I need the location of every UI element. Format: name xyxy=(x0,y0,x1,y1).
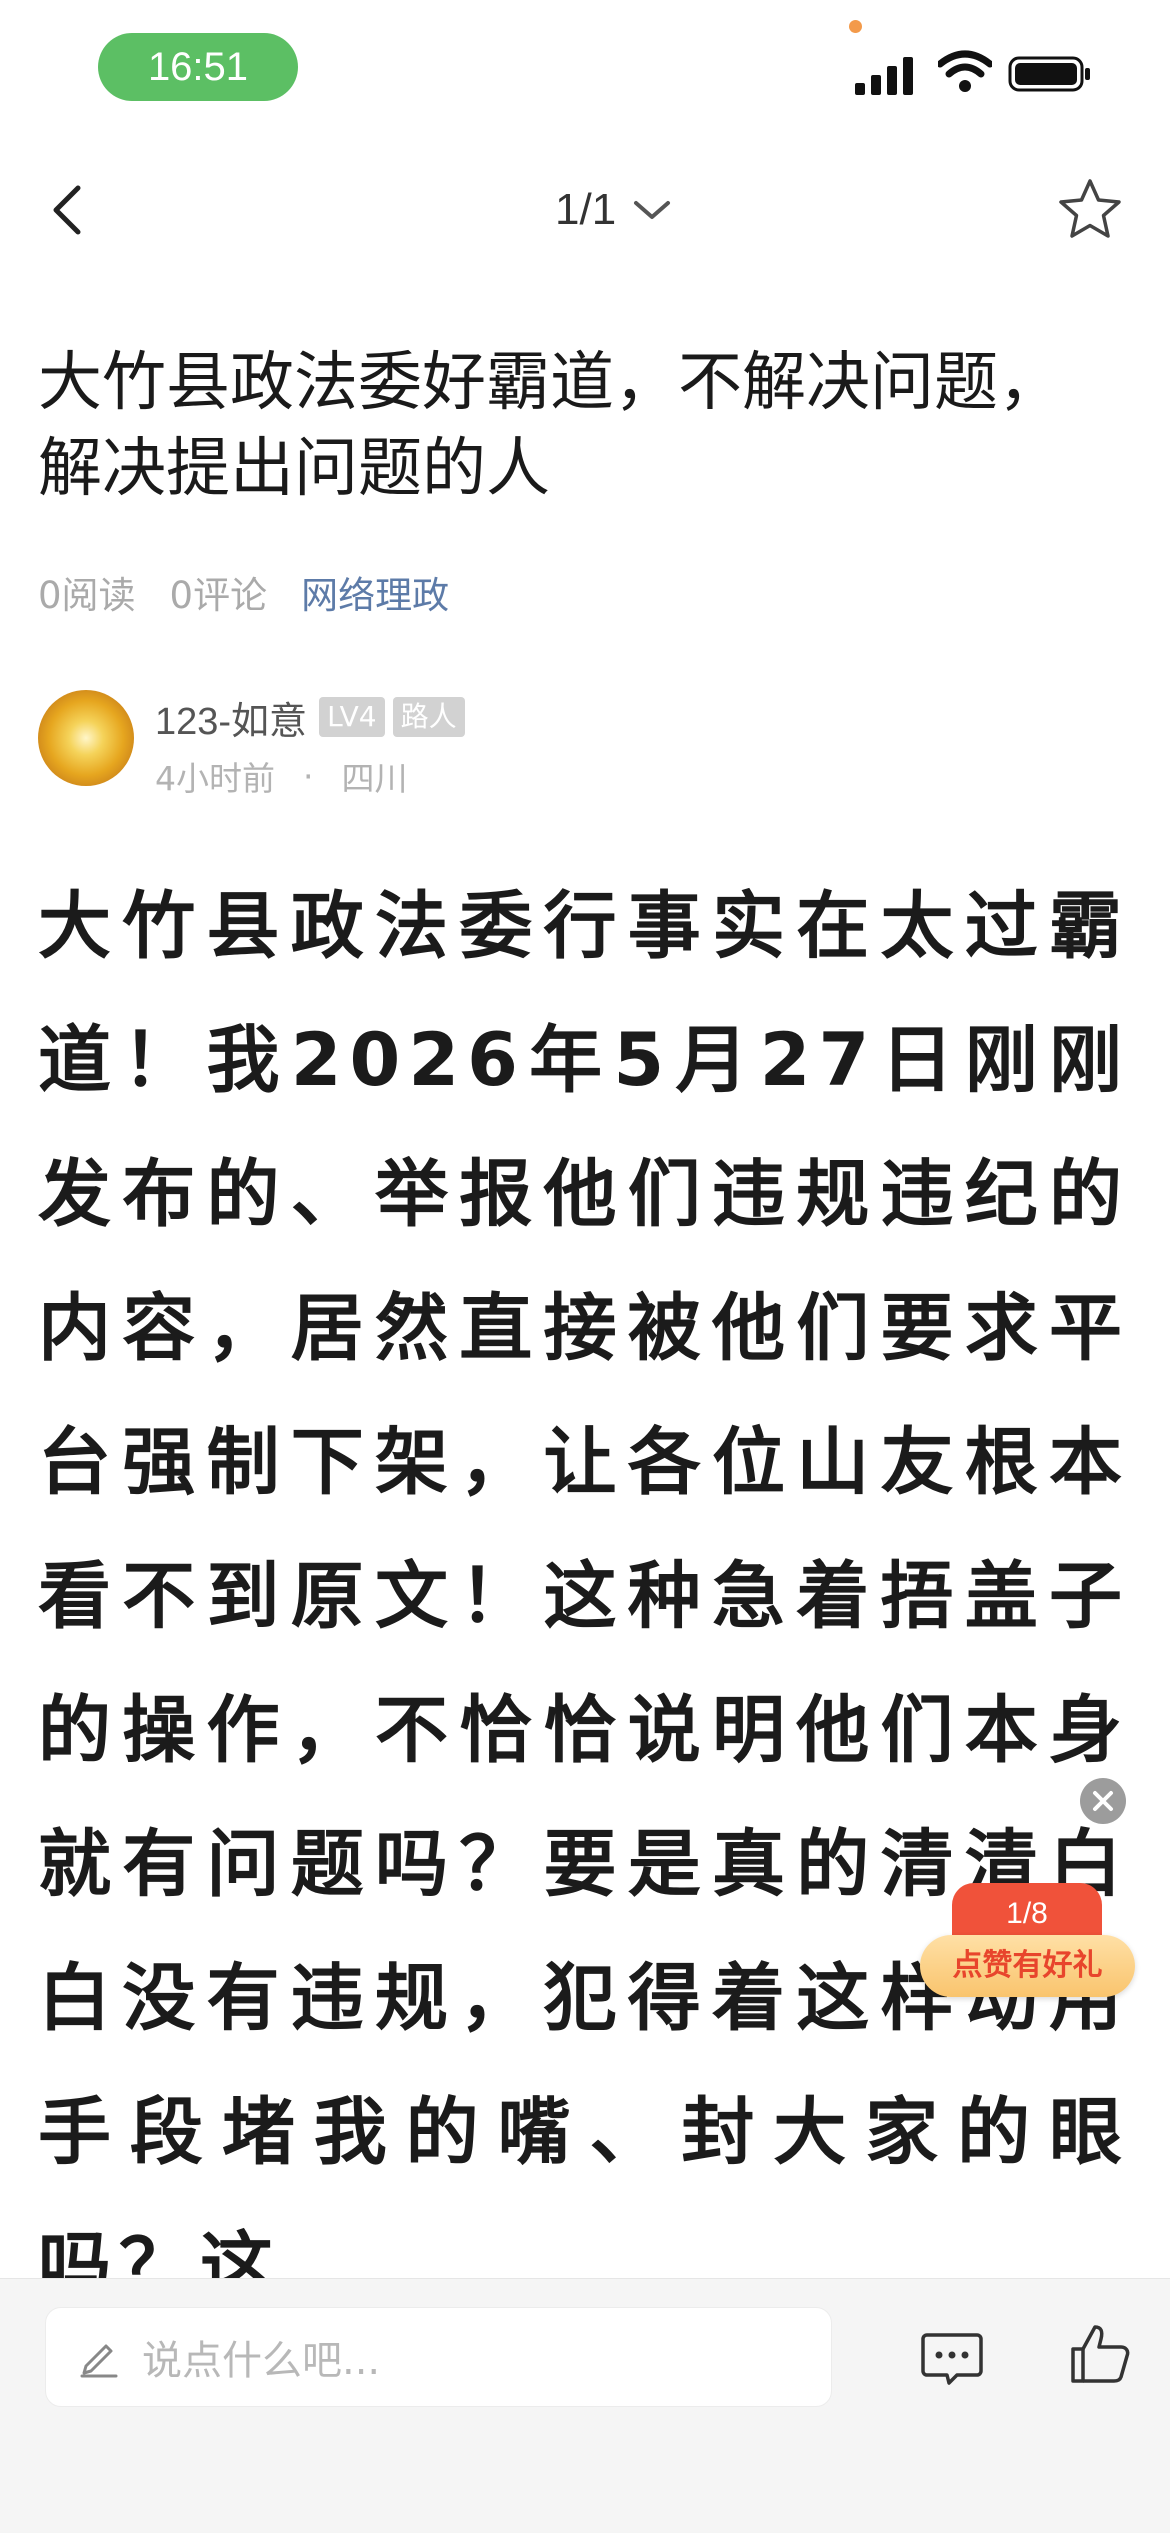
wifi-icon xyxy=(938,50,992,92)
role-badge: 路人 xyxy=(392,697,465,737)
author-name[interactable]: 123-如意 xyxy=(155,690,307,745)
chevron-down-icon xyxy=(634,201,671,219)
status-time: 16:51 xyxy=(98,33,298,101)
avatar[interactable] xyxy=(38,690,134,786)
star-icon[interactable] xyxy=(1055,175,1125,245)
back-arrow-icon[interactable] xyxy=(40,180,100,240)
privacy-indicator-dot xyxy=(849,20,862,33)
comment-placeholder: 说点什么吧... xyxy=(142,2338,381,2384)
post-location: 四川 xyxy=(341,759,408,798)
comment-icon[interactable] xyxy=(917,2323,987,2393)
read-count: 0阅读 xyxy=(38,574,136,617)
signal-icon xyxy=(855,57,913,95)
post-body: 大竹县政法委行事实在太过霸道！我2026年5月27日刚刚发布的、举报他们违规违纪… xyxy=(38,884,1130,2309)
thumbs-up-icon[interactable] xyxy=(1065,2319,1135,2389)
bottom-bar: 说点什么吧... xyxy=(0,2278,1170,2533)
page-selector[interactable]: 1/1 xyxy=(555,180,674,240)
nav-bar: 1/1 xyxy=(0,150,1170,270)
comment-input[interactable]: 说点什么吧... xyxy=(45,2307,832,2407)
comment-count: 0评论 xyxy=(169,574,268,617)
post-title: 大竹县政法委好霸道，不解决问题，解决提出问题的人 xyxy=(38,346,1062,506)
topic-tag[interactable]: 网络理政 xyxy=(301,565,449,619)
close-icon[interactable] xyxy=(1080,1778,1126,1824)
author-sub-info: 4小时前 · 四川 xyxy=(155,752,408,800)
like-reward-widget[interactable]: 1/8 点赞有好礼 xyxy=(920,1883,1135,2003)
page-indicator: 1/1 xyxy=(555,185,617,234)
meta-separator: · xyxy=(303,756,314,796)
post-meta: 0阅读 0评论 网络理政 xyxy=(38,562,483,622)
post-time: 4小时前 xyxy=(155,759,275,798)
level-badge: LV4 xyxy=(319,697,385,737)
status-bar: 16:51 xyxy=(0,0,1170,130)
author-info: 123-如意 LV4 路人 xyxy=(155,690,473,745)
reward-label: 点赞有好礼 xyxy=(920,1935,1135,1997)
battery-icon xyxy=(1008,56,1090,92)
pen-icon xyxy=(80,2344,118,2378)
